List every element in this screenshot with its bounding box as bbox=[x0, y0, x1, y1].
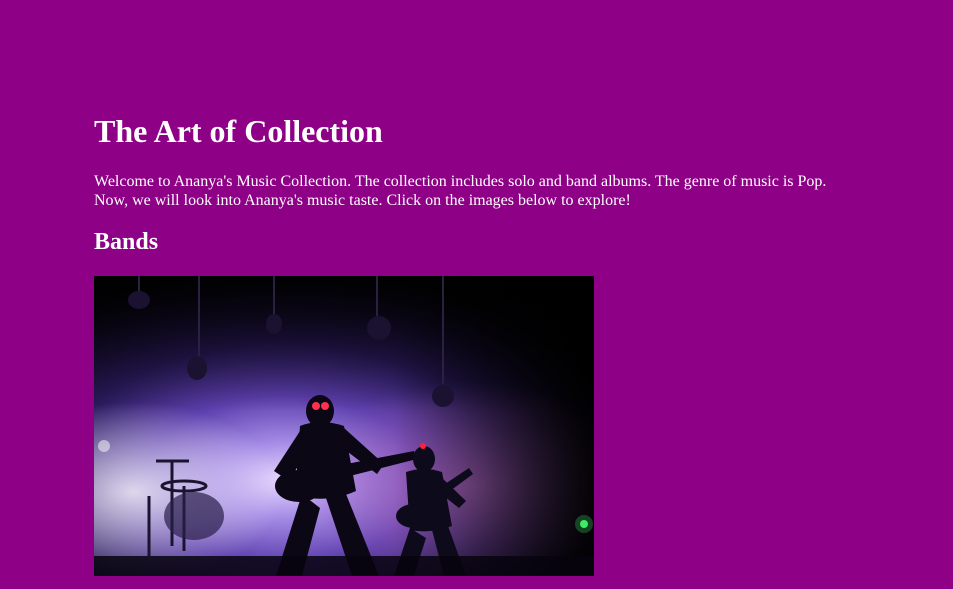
intro-paragraph: Welcome to Ananya's Music Collection. Th… bbox=[94, 173, 827, 209]
page-title: The Art of Collection bbox=[94, 113, 383, 149]
concert-photo-icon bbox=[94, 276, 594, 576]
bands-image-link[interactable] bbox=[94, 276, 594, 576]
section-heading-bands: Bands bbox=[94, 229, 159, 255]
